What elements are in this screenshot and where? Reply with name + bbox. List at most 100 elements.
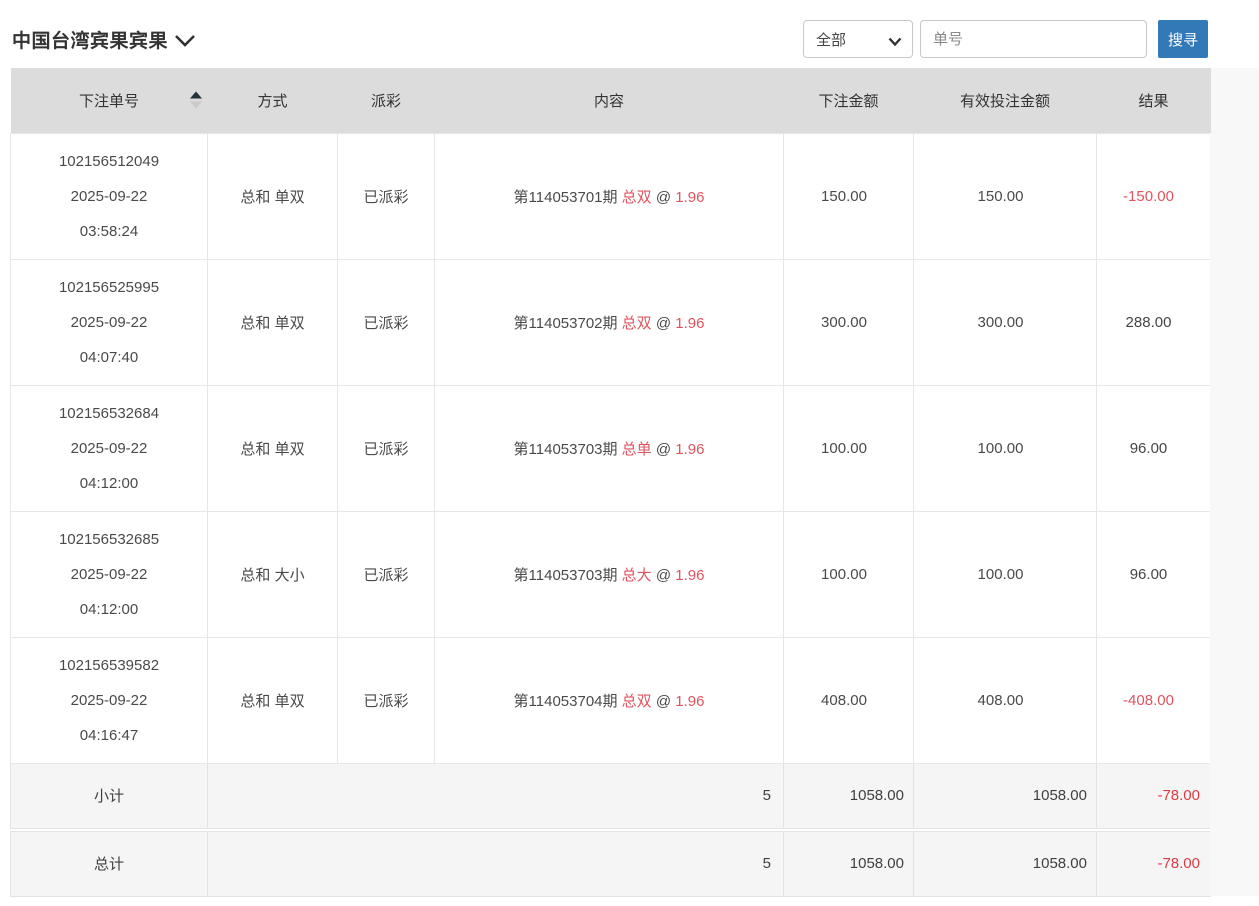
select-chevron-down-icon <box>888 34 902 51</box>
subtotal-valid-amount: 1058.00 <box>914 763 1097 828</box>
order-time: 04:07:40 <box>11 340 207 375</box>
bet-history-page: 中国台湾宾果宾果 全部 搜寻 下注单号 <box>0 0 1259 906</box>
payout-cell: 已派彩 <box>338 511 435 637</box>
col-header-method: 方式 <box>208 68 338 133</box>
bet-history-table: 下注单号 方式 派彩 内容 下注金额 有效投注金额 结果 10215651204… <box>10 68 1211 897</box>
period-text: 第114053704期 <box>514 693 618 710</box>
sort-asc-icon[interactable] <box>190 92 202 99</box>
content-cell: 第114053703期 总大 @ 1.96 <box>435 511 784 637</box>
col-header-order[interactable]: 下注单号 <box>11 68 208 133</box>
at-sign: @ <box>656 567 671 584</box>
result-value: 288.00 <box>1126 314 1172 331</box>
col-header-content: 内容 <box>435 68 784 133</box>
bet-amount-cell: 100.00 <box>784 385 914 511</box>
order-date: 2025-09-22 <box>11 305 207 340</box>
method-cell: 总和 单双 <box>208 385 338 511</box>
order-cell: 102156512049 2025-09-22 03:58:24 <box>11 133 208 259</box>
valid-amount-cell: 408.00 <box>914 637 1097 763</box>
table-header: 下注单号 方式 派彩 内容 下注金额 有效投注金额 结果 <box>11 68 1211 133</box>
order-id: 102156512049 <box>11 144 207 179</box>
order-cell: 102156525995 2025-09-22 04:07:40 <box>11 259 208 385</box>
total-valid-amount: 1058.00 <box>914 831 1097 896</box>
subtotal-count: 5 <box>208 763 784 828</box>
search-button[interactable]: 搜寻 <box>1158 20 1208 58</box>
bet-amount-cell: 100.00 <box>784 511 914 637</box>
result-value: -150.00 <box>1123 188 1174 205</box>
method-cell: 总和 大小 <box>208 511 338 637</box>
toolbar: 中国台湾宾果宾果 全部 搜寻 <box>0 0 1259 68</box>
page-title: 中国台湾宾果宾果 <box>12 26 168 53</box>
at-sign: @ <box>656 315 671 332</box>
odds-value: 1.96 <box>675 441 704 458</box>
order-cell: 102156532684 2025-09-22 04:12:00 <box>11 385 208 511</box>
method-cell: 总和 单双 <box>208 259 338 385</box>
odds-value: 1.96 <box>675 567 704 584</box>
pick-text: 总单 <box>622 441 652 458</box>
at-sign: @ <box>656 693 671 710</box>
odds-value: 1.96 <box>675 315 704 332</box>
col-header-bet-amount: 下注金额 <box>784 68 914 133</box>
order-id: 102156532684 <box>11 396 207 431</box>
valid-amount-cell: 300.00 <box>914 259 1097 385</box>
payout-cell: 已派彩 <box>338 133 435 259</box>
payout-cell: 已派彩 <box>338 637 435 763</box>
content-cell: 第114053704期 总双 @ 1.96 <box>435 637 784 763</box>
valid-amount-cell: 150.00 <box>914 133 1097 259</box>
period-text: 第114053701期 <box>514 189 618 206</box>
period-text: 第114053702期 <box>514 315 618 332</box>
bet-amount-cell: 408.00 <box>784 637 914 763</box>
sort-desc-icon[interactable] <box>190 102 202 109</box>
order-time: 03:58:24 <box>11 214 207 249</box>
table-row: 102156539582 2025-09-22 04:16:47 总和 单双 已… <box>11 637 1211 763</box>
total-result: -78.00 <box>1097 831 1211 896</box>
result-cell: 96.00 <box>1097 511 1211 637</box>
table-row: 102156525995 2025-09-22 04:07:40 总和 单双 已… <box>11 259 1211 385</box>
method-cell: 总和 单双 <box>208 133 338 259</box>
order-time: 04:12:00 <box>11 466 207 501</box>
period-text: 第114053703期 <box>514 567 618 584</box>
result-cell: -408.00 <box>1097 637 1211 763</box>
bet-amount-cell: 300.00 <box>784 259 914 385</box>
total-count: 5 <box>208 831 784 896</box>
filter-select[interactable]: 全部 <box>803 20 913 58</box>
game-title-dropdown[interactable]: 中国台湾宾果宾果 <box>12 26 196 53</box>
subtotal-result: -78.00 <box>1097 763 1211 828</box>
order-id: 102156539582 <box>11 648 207 683</box>
table-row: 102156532684 2025-09-22 04:12:00 总和 单双 已… <box>11 385 1211 511</box>
subtotal-row: 小计 5 1058.00 1058.00 -78.00 <box>11 763 1211 828</box>
pick-text: 总双 <box>622 693 652 710</box>
filter-select-value: 全部 <box>816 29 846 50</box>
content-cell: 第114053703期 总单 @ 1.96 <box>435 385 784 511</box>
pick-text: 总双 <box>622 189 652 206</box>
order-date: 2025-09-22 <box>11 179 207 214</box>
payout-cell: 已派彩 <box>338 259 435 385</box>
right-gutter <box>1210 68 1259 896</box>
total-bet-amount: 1058.00 <box>784 831 914 896</box>
subtotal-label: 小计 <box>11 763 208 828</box>
period-text: 第114053703期 <box>514 441 618 458</box>
subtotal-bet-amount: 1058.00 <box>784 763 914 828</box>
content-cell: 第114053701期 总双 @ 1.96 <box>435 133 784 259</box>
table-row: 102156512049 2025-09-22 03:58:24 总和 单双 已… <box>11 133 1211 259</box>
chevron-down-icon[interactable] <box>174 34 196 48</box>
odds-value: 1.96 <box>675 693 704 710</box>
result-value: 96.00 <box>1130 566 1168 583</box>
bet-amount-cell: 150.00 <box>784 133 914 259</box>
payout-cell: 已派彩 <box>338 385 435 511</box>
content-cell: 第114053702期 总双 @ 1.96 <box>435 259 784 385</box>
order-time: 04:16:47 <box>11 718 207 753</box>
order-id: 102156525995 <box>11 270 207 305</box>
valid-amount-cell: 100.00 <box>914 385 1097 511</box>
table-row: 102156532685 2025-09-22 04:12:00 总和 大小 已… <box>11 511 1211 637</box>
col-header-valid-amount: 有效投注金额 <box>914 68 1097 133</box>
order-id: 102156532685 <box>11 522 207 557</box>
at-sign: @ <box>656 189 671 206</box>
odds-value: 1.96 <box>675 189 704 206</box>
order-cell: 102156532685 2025-09-22 04:12:00 <box>11 511 208 637</box>
sort-control[interactable] <box>190 92 202 109</box>
order-number-input[interactable] <box>920 20 1147 58</box>
order-date: 2025-09-22 <box>11 557 207 592</box>
search-controls: 全部 搜寻 <box>803 20 1208 58</box>
col-header-result: 结果 <box>1097 68 1211 133</box>
result-cell: 96.00 <box>1097 385 1211 511</box>
